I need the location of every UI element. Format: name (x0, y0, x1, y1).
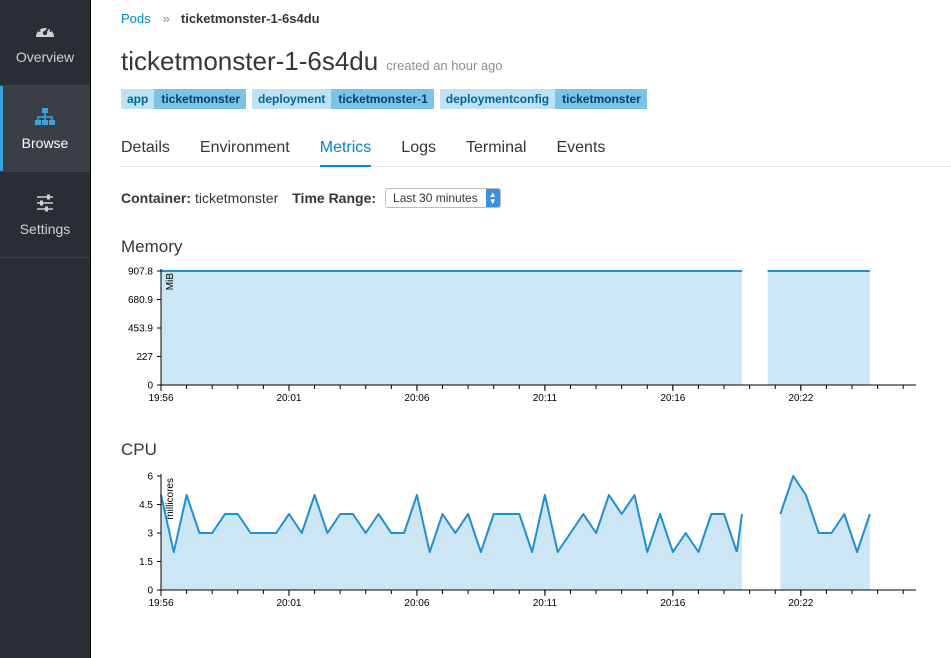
breadcrumb-current: ticketmonster-1-6s4du (180, 11, 320, 26)
memory-x-tick-label: 20:01 (276, 393, 301, 404)
cpu-chart-title: CPU (121, 440, 157, 459)
dashboard-icon (36, 25, 54, 37)
cpu-y-tick-label: 1.5 (139, 557, 153, 568)
cpu-y-tick-label: 3 (147, 529, 153, 540)
breadcrumb: Pods » ticketmonster-1-6s4du (121, 11, 320, 26)
tab-events[interactable]: Events (556, 130, 605, 167)
nav-item-label: Browse (21, 134, 69, 151)
label-value[interactable]: ticketmonster (154, 89, 247, 109)
cpu-y-tick-label: 4.5 (139, 500, 153, 511)
cpu-x-tick-label: 20:16 (660, 598, 685, 609)
cpu-x-tick-label: 20:01 (276, 598, 301, 609)
tab-metrics[interactable]: Metrics (319, 130, 372, 167)
time-range-select[interactable]: Last 30 minutes ▲ ▼ (385, 188, 501, 208)
page-subtitle: created an hour ago (386, 58, 503, 73)
page-header: ticketmonster-1-6s4du created an hour ag… (121, 46, 503, 77)
cpu-x-tick-label: 20:11 (533, 598, 558, 609)
cpu-x-tick-label: 20:06 (404, 598, 429, 609)
cpu-x-tick-label: 20:22 (788, 598, 813, 609)
breadcrumb-link-pods[interactable]: Pods (121, 11, 151, 26)
container-value: ticketmonster (195, 190, 279, 206)
cpu-x-tick-label: 19:56 (148, 598, 173, 609)
memory-y-tick-label: 680.9 (128, 295, 153, 306)
left-nav: Overview Browse Settings (0, 0, 91, 658)
metrics-filters: Container: ticketmonster Time Range: Las… (121, 188, 501, 208)
memory-x-tick-label: 19:56 (148, 393, 173, 404)
memory-series-area (161, 271, 742, 385)
label-deployment[interactable]: deployment ticketmonster-1 (252, 89, 434, 109)
page-title: ticketmonster-1-6s4du (121, 46, 379, 76)
memory-x-tick-label: 20:22 (788, 393, 813, 404)
memory-x-tick-label: 20:11 (533, 393, 558, 404)
nav-item-label: Overview (15, 48, 75, 65)
label-value[interactable]: ticketmonster (555, 89, 647, 109)
nav-item-label: Settings (19, 220, 71, 237)
label-key[interactable]: deploymentconfig (439, 89, 556, 109)
cpu-chart: 0 1.5 3 4.5 6 19:56 20:01 20:06 20:11 20:16 20:22 m… (139, 472, 916, 609)
memory-y-tick-label: 453.9 (128, 324, 153, 335)
memory-chart: 0 227 453.9 680.9 907.8 19:56 20:01 20:06 20:11 2… (128, 267, 916, 404)
label-app[interactable]: app ticketmonster (121, 89, 247, 109)
time-range-label: Time Range: (292, 190, 377, 206)
nav-item-settings[interactable]: Settings (0, 172, 90, 258)
label-key[interactable]: deployment (252, 89, 332, 109)
sitemap-icon (35, 107, 55, 125)
select-chevron-icon[interactable]: ▲ ▼ (485, 189, 500, 207)
memory-x-tick-label: 20:06 (404, 393, 429, 404)
nav-item-overview[interactable]: Overview (0, 0, 90, 86)
memory-x-tick-label: 20:16 (660, 393, 685, 404)
label-key[interactable]: app (121, 89, 155, 109)
breadcrumb-separator-icon: » (162, 11, 170, 26)
nav-item-browse[interactable]: Browse (0, 86, 90, 172)
tab-logs[interactable]: Logs (401, 130, 436, 167)
cpu-y-tick-label: 0 (147, 586, 153, 597)
memory-chart-title: Memory (121, 237, 183, 256)
sliders-icon (37, 194, 53, 211)
cpu-y-tick-label: 6 (147, 472, 153, 483)
cpu-y-axis-label: millicores (165, 478, 176, 520)
tab-details[interactable]: Details (121, 130, 170, 167)
label-list: app ticketmonster deployment ticketmonst… (121, 89, 653, 109)
memory-series-area (767, 271, 870, 385)
tab-terminal[interactable]: Terminal (466, 130, 526, 167)
container-label: Container: (121, 190, 191, 206)
memory-y-tick-label: 907.8 (128, 267, 153, 278)
tab-environment[interactable]: Environment (200, 130, 290, 167)
memory-y-tick-label: 0 (147, 381, 153, 392)
label-value[interactable]: ticketmonster-1 (331, 89, 434, 109)
tab-bar: Details Environment Metrics Logs Termina… (121, 130, 951, 167)
label-deploymentconfig[interactable]: deploymentconfig ticketmonster (439, 89, 647, 109)
memory-y-tick-label: 227 (136, 352, 153, 363)
time-range-value[interactable]: Last 30 minutes (393, 191, 478, 205)
memory-y-axis-label: MiB (165, 273, 176, 291)
